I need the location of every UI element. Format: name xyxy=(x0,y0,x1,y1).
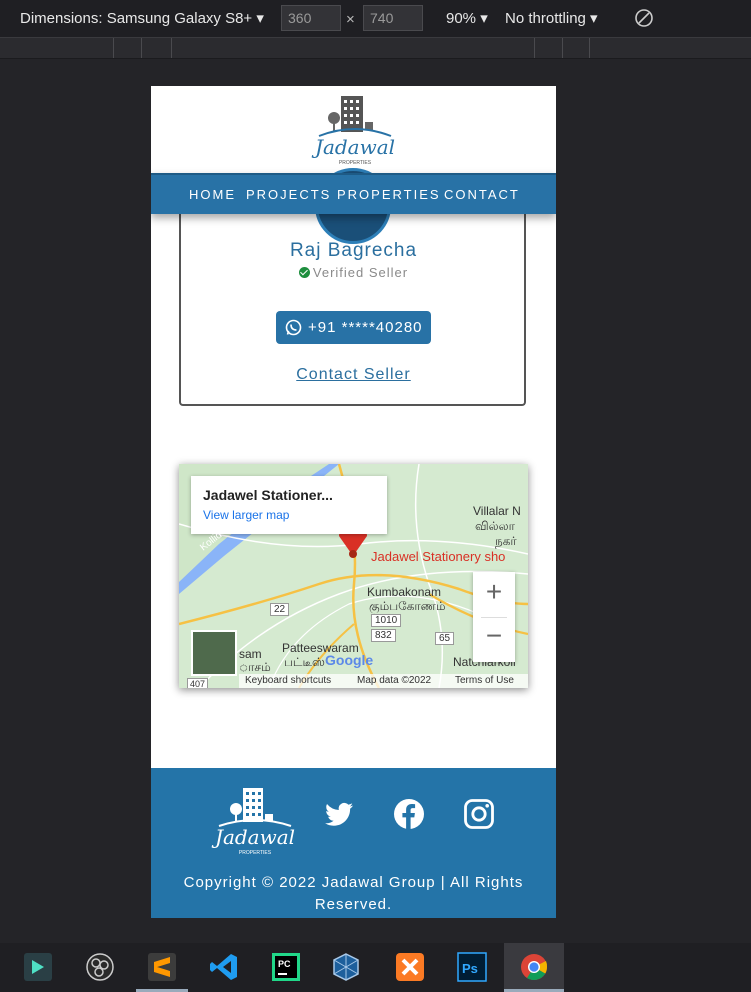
terms-of-use-link[interactable]: Terms of Use xyxy=(455,675,514,686)
zoom-in-button[interactable]: + xyxy=(473,576,515,608)
photoshop-icon[interactable]: Ps xyxy=(457,952,487,982)
zoom-out-button[interactable]: − xyxy=(473,620,515,652)
map-data-label: Map data ©2022 xyxy=(357,675,432,686)
map-label-villalar-ta: வில்லா xyxy=(475,519,515,533)
times-symbol: × xyxy=(346,11,355,28)
devtools-device-toolbar: Dimensions: Samsung Galaxy S8+ ▾ × 90% ▾… xyxy=(0,0,751,38)
facebook-icon[interactable] xyxy=(393,798,425,830)
map-label-villalar: Villalar N xyxy=(473,504,521,518)
whatsapp-button[interactable]: +91 *****40280 xyxy=(276,311,431,344)
verified-badge: Verified Seller xyxy=(151,265,556,280)
footer-logo[interactable]: Jadawal PROPERTIES xyxy=(205,786,305,858)
zoom-dropdown[interactable]: 90% ▾ xyxy=(446,9,488,27)
map-label-nagar-ta: நகர் xyxy=(495,534,517,548)
svg-text:PC: PC xyxy=(278,959,291,969)
dimensions-dropdown[interactable]: Dimensions: Samsung Galaxy S8+ ▾ xyxy=(20,9,264,27)
zoom-label: 90% xyxy=(446,10,477,27)
dimensions-label: Dimensions: Samsung Galaxy S8+ xyxy=(20,10,253,27)
verified-check-icon xyxy=(298,267,310,278)
map-place-card: Jadawel Stationer... View larger map xyxy=(191,476,387,534)
map-pin-label: Jadawel Stationery sho xyxy=(371,549,506,564)
jadawal-logo[interactable]: Jadawal PROPERTIES xyxy=(305,92,405,168)
rotate-icon[interactable] xyxy=(634,8,654,32)
main-navigation: HOME PROJECTS PROPERTIES CONTACT xyxy=(151,173,556,214)
route-marker-65: 65 xyxy=(435,632,455,645)
virtualbox-icon[interactable] xyxy=(331,952,361,982)
svg-text:Jadawal: Jadawal xyxy=(311,135,395,159)
map-attribution-bar: Keyboard shortcuts Map data ©2022 Terms … xyxy=(239,674,528,688)
map-zoom-controls: + − xyxy=(473,572,515,662)
map-label-patteeswaram-ta: பட்டீஸ் xyxy=(284,655,325,669)
instagram-icon[interactable] xyxy=(463,798,495,830)
media-query-ruler xyxy=(0,38,751,59)
site-header: Jadawal PROPERTIES xyxy=(151,86,556,174)
svg-text:PROPERTIES: PROPERTIES xyxy=(339,160,372,166)
pycharm-icon[interactable]: PC xyxy=(271,952,301,982)
vscode-icon[interactable] xyxy=(209,952,239,982)
verified-label: Verified Seller xyxy=(312,265,409,280)
route-marker-1010: 1010 xyxy=(371,614,402,627)
copyright-text: Copyright © 2022 Jadawal Group | All Rig… xyxy=(183,874,524,913)
xampp-icon[interactable] xyxy=(395,952,425,982)
route-marker-832: 832 xyxy=(371,629,396,642)
nav-projects[interactable]: PROJECTS xyxy=(246,187,331,202)
throttling-label: No throttling xyxy=(505,10,586,27)
site-footer: Jadawal PROPERTIES Copyright © 2022 Jada… xyxy=(151,768,556,918)
svg-text:Ps: Ps xyxy=(462,961,478,976)
nav-properties[interactable]: PROPERTIES xyxy=(337,187,441,202)
chrome-icon[interactable] xyxy=(519,952,549,982)
route-marker-22: 22 xyxy=(270,603,290,616)
seller-name: Raj Bagrecha xyxy=(289,240,418,261)
obs-icon[interactable] xyxy=(85,952,115,982)
height-input[interactable] xyxy=(363,5,423,31)
map-place-title: Jadawel Stationer... xyxy=(203,487,333,503)
contact-seller-link[interactable]: Contact Seller xyxy=(151,366,556,384)
map-label-kumbakonam-ta: கும்பகோணம் xyxy=(369,599,446,613)
satellite-view-toggle[interactable] xyxy=(191,630,237,676)
map-label-kumbakonam: Kumbakonam xyxy=(367,585,442,599)
throttling-dropdown[interactable]: No throttling ▾ xyxy=(505,9,598,27)
google-watermark: Google xyxy=(325,652,374,668)
view-larger-map-link[interactable]: View larger map xyxy=(203,508,289,522)
map-label-sam: sam xyxy=(239,647,262,661)
nav-home[interactable]: HOME xyxy=(189,187,236,202)
nav-contact[interactable]: CONTACT xyxy=(444,187,520,202)
google-map[interactable]: Jadawel Stationer... View larger map Jad… xyxy=(179,464,528,688)
svg-text:PROPERTIES: PROPERTIES xyxy=(239,850,272,856)
filmora-icon[interactable] xyxy=(23,952,53,982)
keyboard-shortcuts-link[interactable]: Keyboard shortcuts xyxy=(245,675,331,686)
twitter-icon[interactable] xyxy=(323,798,355,830)
svg-text:Jadawal: Jadawal xyxy=(211,825,295,849)
mobile-viewport: Jadawal PROPERTIES HOME PROJECTS PROPERT… xyxy=(151,86,556,918)
whatsapp-phone: +91 *****40280 xyxy=(308,319,423,336)
sublime-icon[interactable] xyxy=(147,952,177,982)
route-marker-407: 407 xyxy=(187,678,209,688)
windows-taskbar: PC Ps xyxy=(0,943,751,992)
width-input[interactable] xyxy=(281,5,341,31)
whatsapp-icon xyxy=(285,319,302,336)
